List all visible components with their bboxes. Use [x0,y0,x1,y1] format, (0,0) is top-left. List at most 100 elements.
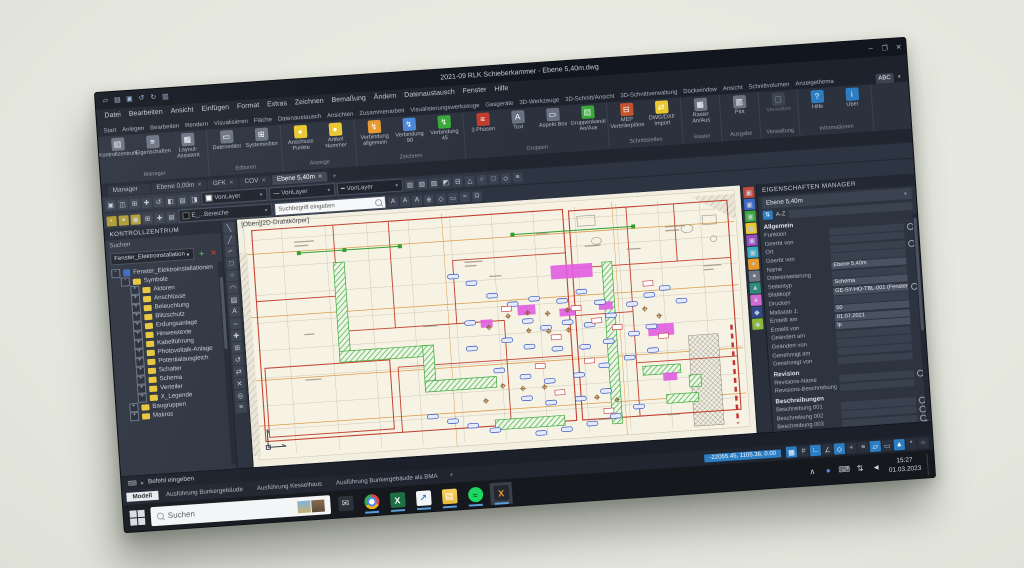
layer-toolbar-icon[interactable]: ▤ [166,211,177,222]
ribbon-more-icon[interactable]: ▾ [893,71,905,83]
symbol-tool-gray[interactable]: ● [749,270,761,282]
menu-item[interactable]: Zeichnen [291,97,328,106]
spotify-icon[interactable]: ≈ [463,483,486,506]
hatch-tool[interactable]: ▨ [228,294,240,306]
open-file-icon[interactable]: ▤ [112,95,123,106]
erase-tool[interactable]: ✕ [234,378,246,390]
undo-icon[interactable]: ↺ [136,93,147,104]
arc-tool[interactable]: ◠ [227,282,239,294]
connection-points-button[interactable]: ●Anschluss Punkte [284,124,318,162]
text-style-icon[interactable]: ⊕ [424,194,435,205]
copy-tool[interactable]: ⊞ [231,342,243,354]
rotate-tool[interactable]: ↺ [232,354,244,366]
toolbar-icon[interactable]: ▣ [105,199,116,210]
start-button[interactable] [126,507,147,528]
menu-item[interactable]: Einfügen [197,104,233,113]
symbol-tool-blue[interactable]: ▣ [744,198,756,210]
layer-toolbar-icon[interactable]: ● [118,215,129,226]
toolbar-icon[interactable]: ◩ [441,177,452,188]
remove-library-icon[interactable]: ✕ [209,248,219,258]
polar-status-icon[interactable]: ∠ [822,444,834,456]
line-tool[interactable]: ╱ [224,234,236,246]
close-tab-icon[interactable]: ✕ [197,182,202,188]
menu-item[interactable]: Bemaßung [327,94,370,104]
toolbar-icon[interactable]: ⊟ [452,176,463,187]
expander-icon[interactable]: + [138,393,148,403]
redo-icon[interactable]: ↻ [148,92,159,103]
layout-tab[interactable]: Modell [126,491,158,502]
text-style-icon[interactable]: ◇ [436,193,447,204]
properties-button[interactable]: ≡Eigenschaften [136,134,170,172]
ortho-status-icon[interactable]: ∟ [810,445,822,457]
toolbar-icon[interactable]: ⊞ [129,198,140,209]
close-tab-icon[interactable]: ✕ [261,177,266,183]
save-file-icon[interactable]: ▣ [124,94,135,105]
grid-status-icon[interactable]: ▦ [786,446,798,458]
text-style-icon[interactable]: A [400,195,411,206]
transparency-status-icon[interactable]: ▱ [869,441,881,453]
toolbar-icon[interactable]: ▨ [429,177,440,188]
chevron-up-icon[interactable]: ∧ [806,467,820,477]
expander-icon[interactable]: + [130,412,140,422]
expander-icon[interactable]: - [121,277,131,287]
control-center-button[interactable]: ▤Kontrollzentrum [101,137,135,175]
close-tab-icon[interactable]: ✕ [229,179,234,185]
excel-icon[interactable]: X [386,488,409,511]
symbol-tool-yellow[interactable]: ▣ [745,222,757,234]
toolbar-icon[interactable]: □ [488,173,499,184]
drawing-canvas[interactable]: [Oben][2D-Drahtkörper] [237,185,757,467]
close-tab-icon[interactable]: ✕ [318,173,323,179]
menu-item[interactable]: Fenster [459,86,491,95]
lineweight-status-icon[interactable]: ≡ [857,441,869,453]
chrome-icon[interactable] [360,490,383,513]
aspect-box-button[interactable]: ▭Aspekt Box [536,107,570,145]
about-button[interactable]: iÜber [835,87,869,125]
circle-tool[interactable]: ○ [226,270,238,282]
toolbar-icon[interactable]: ↺ [153,196,164,207]
new-file-icon[interactable]: ▱ [100,96,111,107]
select-tool[interactable]: ╲ [223,222,235,234]
pan-tool[interactable]: ≡ [235,402,247,414]
text-tool[interactable]: A [229,306,241,318]
help-button[interactable]: ?Hilfe [800,89,834,127]
toolbar-icon[interactable]: △ [464,175,475,186]
mirror-tool[interactable]: ⇄ [233,366,245,378]
menu-item[interactable]: Ändern [370,92,401,101]
layer-toolbar-icon[interactable]: ▣ [130,214,141,225]
data-editor-button[interactable]: ▭Dateneditor [210,129,244,167]
file-explorer-icon[interactable]: ▤ [438,485,461,508]
toolbar-icon[interactable]: ◨ [189,194,200,205]
zoom-tool[interactable]: ◎ [235,390,247,402]
text-style-icon[interactable]: A [412,195,423,206]
menu-item[interactable]: Format [233,102,264,111]
toolbar-icon[interactable]: ✚ [141,197,152,208]
text-style-icon[interactable]: ▭ [448,192,459,203]
print-icon[interactable]: ▥ [160,92,171,103]
dimension-tool[interactable]: ↔ [230,318,242,330]
snap-status-icon[interactable]: # [798,445,810,457]
grid-toggle-button[interactable]: ▦Raster An/Aus [684,97,718,135]
connection-45-button[interactable]: ↯Verbindung 45 [427,114,461,152]
add-library-icon[interactable]: + [197,248,207,258]
text-style-icon[interactable]: ≈ [460,191,471,202]
dynamic-input-status-icon[interactable]: ▭ [881,440,893,452]
cad-app-icon[interactable]: X [489,481,512,504]
menu-item[interactable]: Extras [263,100,291,109]
rectangle-tool[interactable]: □ [226,258,238,270]
text-style-icon[interactable]: A [388,196,399,207]
menu-item[interactable]: Ansicht [166,106,197,115]
system-editor-button[interactable]: ⊞Systemeditor [245,127,279,165]
symbol-tool-navy[interactable]: ◆ [751,306,763,318]
symbol-tool-purple[interactable]: ▣ [746,234,758,246]
manage-button[interactable]: ▢Verwalten [762,92,796,130]
toolbar-icon[interactable]: ◇ [500,173,511,184]
symbol-tool-orange[interactable]: ● [748,258,760,270]
layer-toolbar-icon[interactable]: ◐ [106,215,117,226]
menu-item[interactable]: Datei [100,111,125,120]
toolbar-icon[interactable]: ◧ [165,195,176,206]
mep-plans-button[interactable]: ⊟MEP Verteilerpläne [610,102,644,140]
symbol-tool-pink[interactable]: ▲ [750,294,762,306]
move-tool[interactable]: ✚ [230,330,242,342]
menu-item[interactable]: Hilfe [490,85,512,93]
layout-wizard-button[interactable]: ▦Layout-Assistent [171,132,205,170]
